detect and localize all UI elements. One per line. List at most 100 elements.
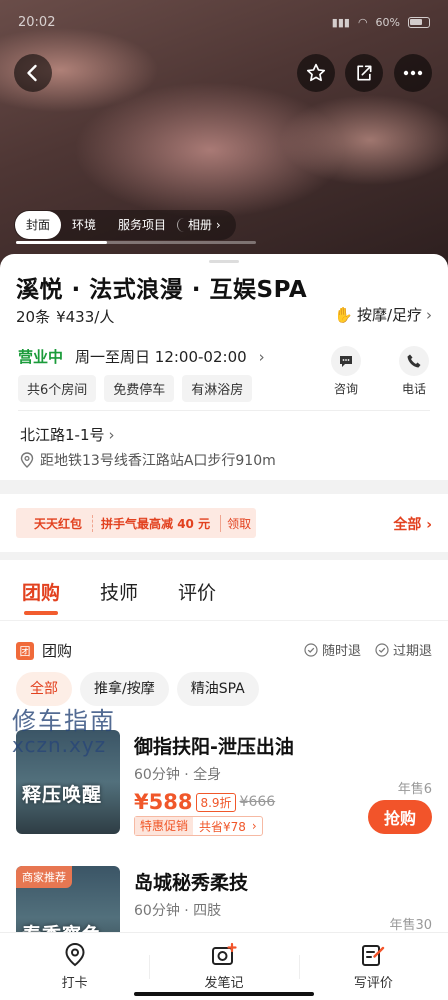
tab-technicians[interactable]: 技师 (100, 578, 138, 605)
phone-icon (399, 346, 429, 376)
location-icon (20, 452, 34, 468)
chevron-right-icon: › (215, 218, 221, 232)
business-hours[interactable]: 营业中 周一至周日 12:00-02:00 › (18, 346, 265, 367)
back-icon (27, 64, 37, 82)
more-button[interactable] (394, 54, 432, 92)
category-link[interactable]: ✋ 按摩/足疗 › (334, 304, 432, 325)
content-tabs: 团购 技师 评价 (22, 578, 216, 615)
star-icon (306, 63, 326, 82)
hero-tab-environment[interactable]: 环境 (61, 211, 107, 239)
facility-tag: 有淋浴房 (182, 375, 253, 402)
coupon-all-link[interactable]: 全部 › (393, 514, 432, 534)
tab-divider (0, 620, 448, 621)
deal-discount: 8.9折 (196, 792, 236, 812)
address-link[interactable]: 北江路1-1号 › (20, 424, 115, 445)
deal-image: 商家推荐 春季察色 (16, 866, 120, 932)
hero-progress-fill (16, 241, 108, 244)
tab-group-buy[interactable]: 团购 (22, 578, 60, 615)
deal-sold: 年售30 (389, 918, 432, 932)
shop-info-card: 溪悦 · 法式浪漫 · 互娱SPA 20条 ¥433/人 ✋ 按摩/足疗 › 营… (0, 254, 448, 480)
consult-label: 咨询 (333, 382, 358, 396)
chevron-right-icon: › (108, 425, 115, 444)
avg-price: ¥433/人 (56, 308, 115, 326)
red-packet-coupon[interactable]: 天天红包 拼手气最高减 40 元 领取 (16, 508, 256, 538)
deal-filter-chips: 全部 推拿/按摩 精油SPA (16, 672, 259, 706)
facility-tag: 共6个房间 (18, 375, 97, 402)
chip-massage[interactable]: 推拿/按摩 (80, 672, 169, 706)
deal-title: 御指扶阳-泄压出油 (134, 736, 294, 758)
hero-image[interactable]: 20:02 ▮▮▮ ◠ 60% 封面 环境 服务项目 相册 › (0, 0, 448, 270)
merchant-recommend-badge: 商家推荐 (16, 866, 72, 888)
deal-original-price: ¥666 (239, 794, 276, 810)
drag-handle (209, 260, 239, 263)
divider (18, 410, 430, 411)
nav-label: 写评价 (353, 976, 393, 991)
deal-sold: 年售6 (397, 782, 432, 797)
guarantee-anytime: 随时退 (304, 640, 361, 659)
nav-post-note[interactable]: 发笔记 (149, 933, 298, 1000)
deal-image-text: 释压唤醒 (22, 784, 103, 806)
battery-percent: 60% (375, 15, 400, 29)
coupon-claim[interactable]: 领取 (220, 514, 251, 532)
watermark-line2: xczn.xyz (12, 733, 107, 758)
chevron-right-icon: › (251, 819, 257, 833)
favorite-button[interactable] (297, 54, 335, 92)
hero-tab-services[interactable]: 服务项目 (107, 211, 177, 239)
chat-icon (331, 346, 361, 376)
coupon-section: 天天红包 拼手气最高减 40 元 领取 全部 › (0, 494, 448, 552)
deal-promo[interactable]: 特惠促销 共省¥78 › (134, 816, 263, 836)
phone-button[interactable]: 电话 (394, 346, 434, 397)
hero-tab-cover[interactable]: 封面 (15, 211, 62, 239)
chip-all[interactable]: 全部 (16, 672, 72, 706)
facility-tags: 共6个房间 免费停车 有淋浴房 (18, 375, 253, 402)
back-button[interactable] (14, 54, 52, 92)
chevron-right-icon: › (258, 347, 265, 366)
wifi-icon: ◠ (357, 15, 368, 29)
write-review-icon (362, 945, 385, 966)
location-pin-icon (65, 942, 85, 967)
nav-write-review[interactable]: 写评价 (298, 933, 448, 1000)
coupon-all-label: 全部 (393, 517, 422, 533)
deal-price-row: ¥588 8.9折 ¥666 (134, 790, 275, 814)
more-icon (403, 70, 423, 76)
group-buy-header: 团 团购 (16, 640, 72, 661)
deal-price: ¥588 (134, 790, 193, 814)
review-count: 20条 (16, 308, 51, 326)
bottom-nav: 打卡 发笔记 写评价 (0, 932, 448, 1000)
chevron-right-icon: › (426, 517, 432, 533)
deal-item[interactable]: 商家推荐 春季察色 岛城秘秀柔技 60分钟 · 四肢 年售30 (16, 866, 432, 932)
nav-label: 打卡 (61, 976, 88, 991)
hero-tab-bar: 封面 环境 服务项目 相册 › (14, 210, 236, 240)
watermark: 修车指南 xczn.xyz (12, 708, 116, 758)
share-button[interactable] (345, 54, 383, 92)
hero-tab-album[interactable]: 相册 › (177, 218, 232, 232)
coupon-name: 天天红包 (34, 516, 83, 531)
home-indicator (134, 992, 314, 996)
deal-spec: 60分钟 · 全身 (134, 767, 222, 783)
route-info: 距地铁13号线香江路站A口步行910m (20, 450, 276, 470)
shop-title: 溪悦 · 法式浪漫 · 互娱SPA (16, 277, 308, 303)
group-buy-title: 团购 (42, 642, 73, 660)
guarantee-label: 随时退 (321, 644, 361, 659)
chevron-right-icon: › (426, 305, 432, 324)
nav-checkin[interactable]: 打卡 (0, 933, 149, 1000)
facility-tag: 免费停车 (104, 375, 175, 402)
check-circle-icon (375, 642, 389, 657)
consult-button[interactable]: 咨询 (326, 346, 366, 397)
status-bar: 20:02 ▮▮▮ ◠ 60% (0, 0, 448, 44)
route-text: 距地铁13号线香江路站A口步行910m (40, 453, 276, 469)
hero-progress-bar (16, 241, 256, 244)
guarantee-expired: 过期退 (375, 640, 432, 659)
phone-label: 电话 (401, 382, 426, 396)
tab-reviews[interactable]: 评价 (178, 578, 216, 605)
chip-oil-spa[interactable]: 精油SPA (176, 672, 259, 706)
battery-icon (408, 16, 430, 28)
group-buy-badge: 团 (16, 641, 34, 660)
hours-text: 周一至周日 12:00-02:00 (75, 348, 247, 366)
deal-spec: 60分钟 · 四肢 (134, 903, 222, 919)
deal-title: 岛城秘秀柔技 (134, 872, 249, 894)
shop-meta[interactable]: 20条 ¥433/人 (16, 306, 114, 327)
buy-button[interactable]: 抢购 (368, 800, 432, 834)
address-text: 北江路1-1号 (20, 426, 105, 444)
open-status: 营业中 (18, 348, 64, 366)
